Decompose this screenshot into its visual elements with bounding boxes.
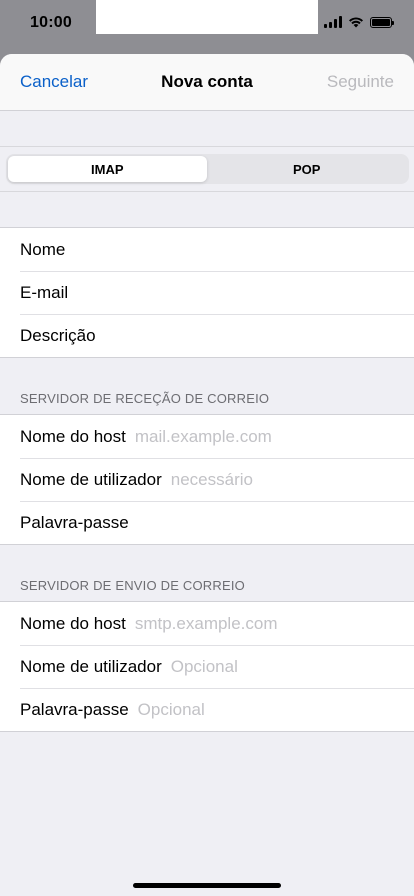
outgoing-host-placeholder: smtp.example.com xyxy=(134,613,278,633)
outgoing-username-label: Nome de utilizador xyxy=(20,656,162,676)
incoming-host-label: Nome do host xyxy=(20,426,126,446)
status-icons xyxy=(324,16,394,28)
status-time: 10:00 xyxy=(30,14,72,31)
status-bar: 10:00 xyxy=(0,0,414,54)
incoming-password-label: Palavra-passe xyxy=(20,512,129,532)
outgoing-username-placeholder: Opcional xyxy=(170,656,238,676)
outgoing-server-group: Nome do host smtp.example.com Nome de ut… xyxy=(0,601,414,732)
wifi-icon xyxy=(349,17,363,28)
new-account-sheet: Cancelar Nova conta Seguinte IMAP POP No… xyxy=(0,54,414,896)
signal-icon xyxy=(324,16,342,28)
incoming-username-label: Nome de utilizador xyxy=(20,469,162,489)
next-button[interactable]: Seguinte xyxy=(327,72,394,92)
segment-imap[interactable]: IMAP xyxy=(7,156,207,182)
phone-frame: 10:00 Cancelar Nova conta Seguinte IMAP … xyxy=(0,0,414,896)
description-field[interactable]: Descrição xyxy=(0,314,414,357)
outgoing-server-header-text: SERVIDOR DE ENVIO DE CORREIO xyxy=(20,578,245,593)
battery-icon xyxy=(370,16,394,28)
incoming-host-placeholder: mail.example.com xyxy=(134,426,272,446)
name-label: Nome xyxy=(20,239,66,259)
account-info-group: Nome E-mail Descrição xyxy=(0,227,414,358)
segment-pop[interactable]: POP xyxy=(207,156,407,182)
home-indicator[interactable] xyxy=(133,883,281,888)
outgoing-username-field[interactable]: Nome de utilizador Opcional xyxy=(0,645,414,688)
outgoing-host-field[interactable]: Nome do host smtp.example.com xyxy=(0,602,414,645)
email-field[interactable]: E-mail xyxy=(0,271,414,314)
protocol-segmented-control: IMAP POP xyxy=(5,154,409,184)
incoming-host-field[interactable]: Nome do host mail.example.com xyxy=(0,415,414,458)
incoming-username-field[interactable]: Nome de utilizador necessário xyxy=(0,458,414,501)
name-field[interactable]: Nome xyxy=(0,228,414,271)
outgoing-password-label: Palavra-passe xyxy=(20,699,129,719)
email-label: E-mail xyxy=(20,282,69,302)
incoming-server-header-text: SERVIDOR DE RECEÇÃO DE CORREIO xyxy=(20,391,270,406)
incoming-server-header: SERVIDOR DE RECEÇÃO DE CORREIO xyxy=(0,358,414,414)
outgoing-password-field[interactable]: Palavra-passe Opcional xyxy=(0,688,414,731)
description-label: Descrição xyxy=(20,325,96,345)
outgoing-password-placeholder: Opcional xyxy=(137,699,205,719)
notch xyxy=(96,0,318,34)
navigation-bar: Cancelar Nova conta Seguinte xyxy=(0,54,414,111)
outgoing-host-label: Nome do host xyxy=(20,613,126,633)
incoming-server-group: Nome do host mail.example.com Nome de ut… xyxy=(0,414,414,545)
incoming-password-field[interactable]: Palavra-passe xyxy=(0,501,414,544)
protocol-segment-container: IMAP POP xyxy=(0,146,414,192)
incoming-username-placeholder: necessário xyxy=(170,469,253,489)
outgoing-server-header: SERVIDOR DE ENVIO DE CORREIO xyxy=(0,545,414,601)
